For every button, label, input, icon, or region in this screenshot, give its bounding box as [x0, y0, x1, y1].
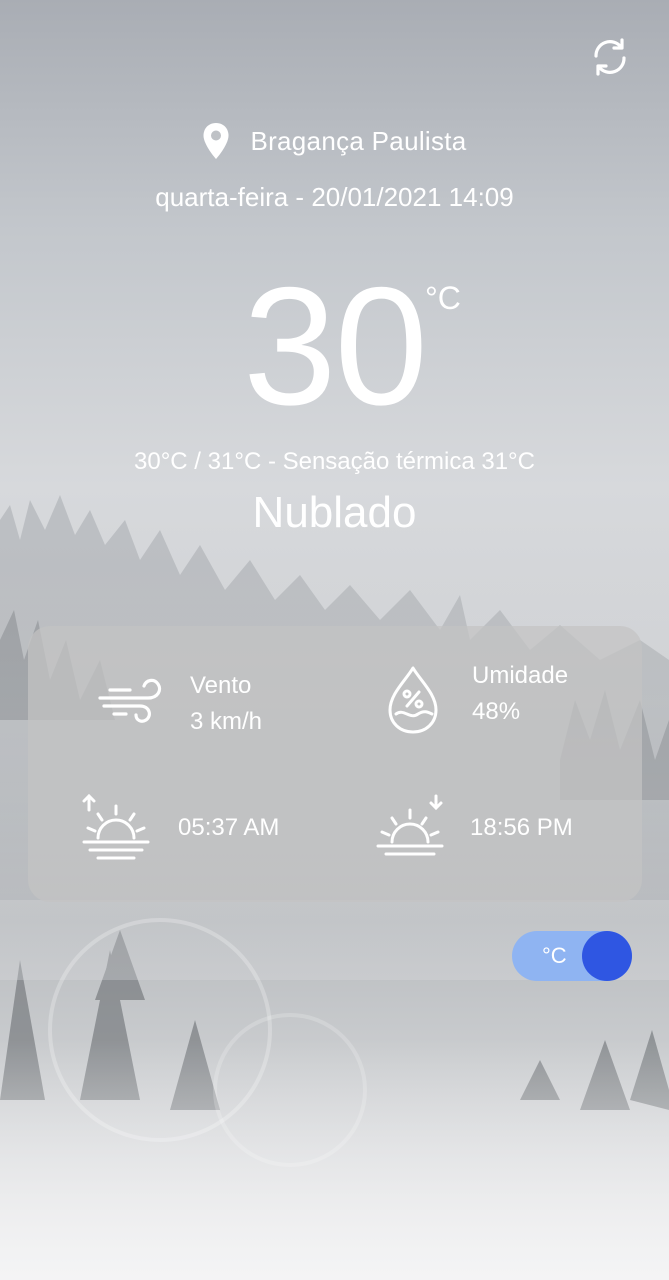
- min-max-feels-like: 30°C / 31°C - Sensação térmica 31°C: [134, 448, 535, 475]
- unit-toggle[interactable]: °C: [512, 931, 632, 981]
- sunrise-time: 05:37 AM: [178, 814, 280, 841]
- unit-toggle-knob[interactable]: [582, 931, 632, 981]
- humidity-drop-icon: [388, 666, 438, 734]
- humidity-stat: Umidade 48%: [386, 662, 568, 736]
- humidity-label: Umidade: [472, 662, 569, 689]
- date-time: quarta-feira - 20/01/2021 14:09: [155, 182, 514, 212]
- sunset-stat: 18:56 PM: [374, 792, 573, 864]
- weather-condition: Nublado: [252, 488, 417, 537]
- temperature-unit: °C: [425, 280, 461, 316]
- wind-stat: Vento 3 km/h: [96, 668, 262, 740]
- sunrise-stat: 05:37 AM: [80, 792, 279, 864]
- sunrise-icon: [82, 793, 150, 860]
- wind-label: Vento: [190, 672, 252, 699]
- sunset-icon: [376, 794, 444, 856]
- wind-value: 3 km/h: [190, 708, 263, 735]
- location-pin-icon: [203, 123, 229, 159]
- wind-icon: [98, 678, 162, 723]
- refresh-button[interactable]: [589, 36, 631, 78]
- weather-details-card: Vento 3 km/h Umidade 48% 05:37 AM 18:56 …: [28, 626, 642, 902]
- humidity-value: 48%: [472, 698, 521, 725]
- current-temperature-block: 30 °C: [0, 262, 669, 430]
- temperature-value: 30: [243, 252, 428, 440]
- sunset-time: 18:56 PM: [470, 814, 573, 841]
- city-name: Bragança Paulista: [250, 125, 467, 156]
- refresh-icon: [594, 38, 626, 76]
- unit-toggle-label: °C: [542, 943, 567, 968]
- location-header: Bragança Paulista: [0, 122, 669, 160]
